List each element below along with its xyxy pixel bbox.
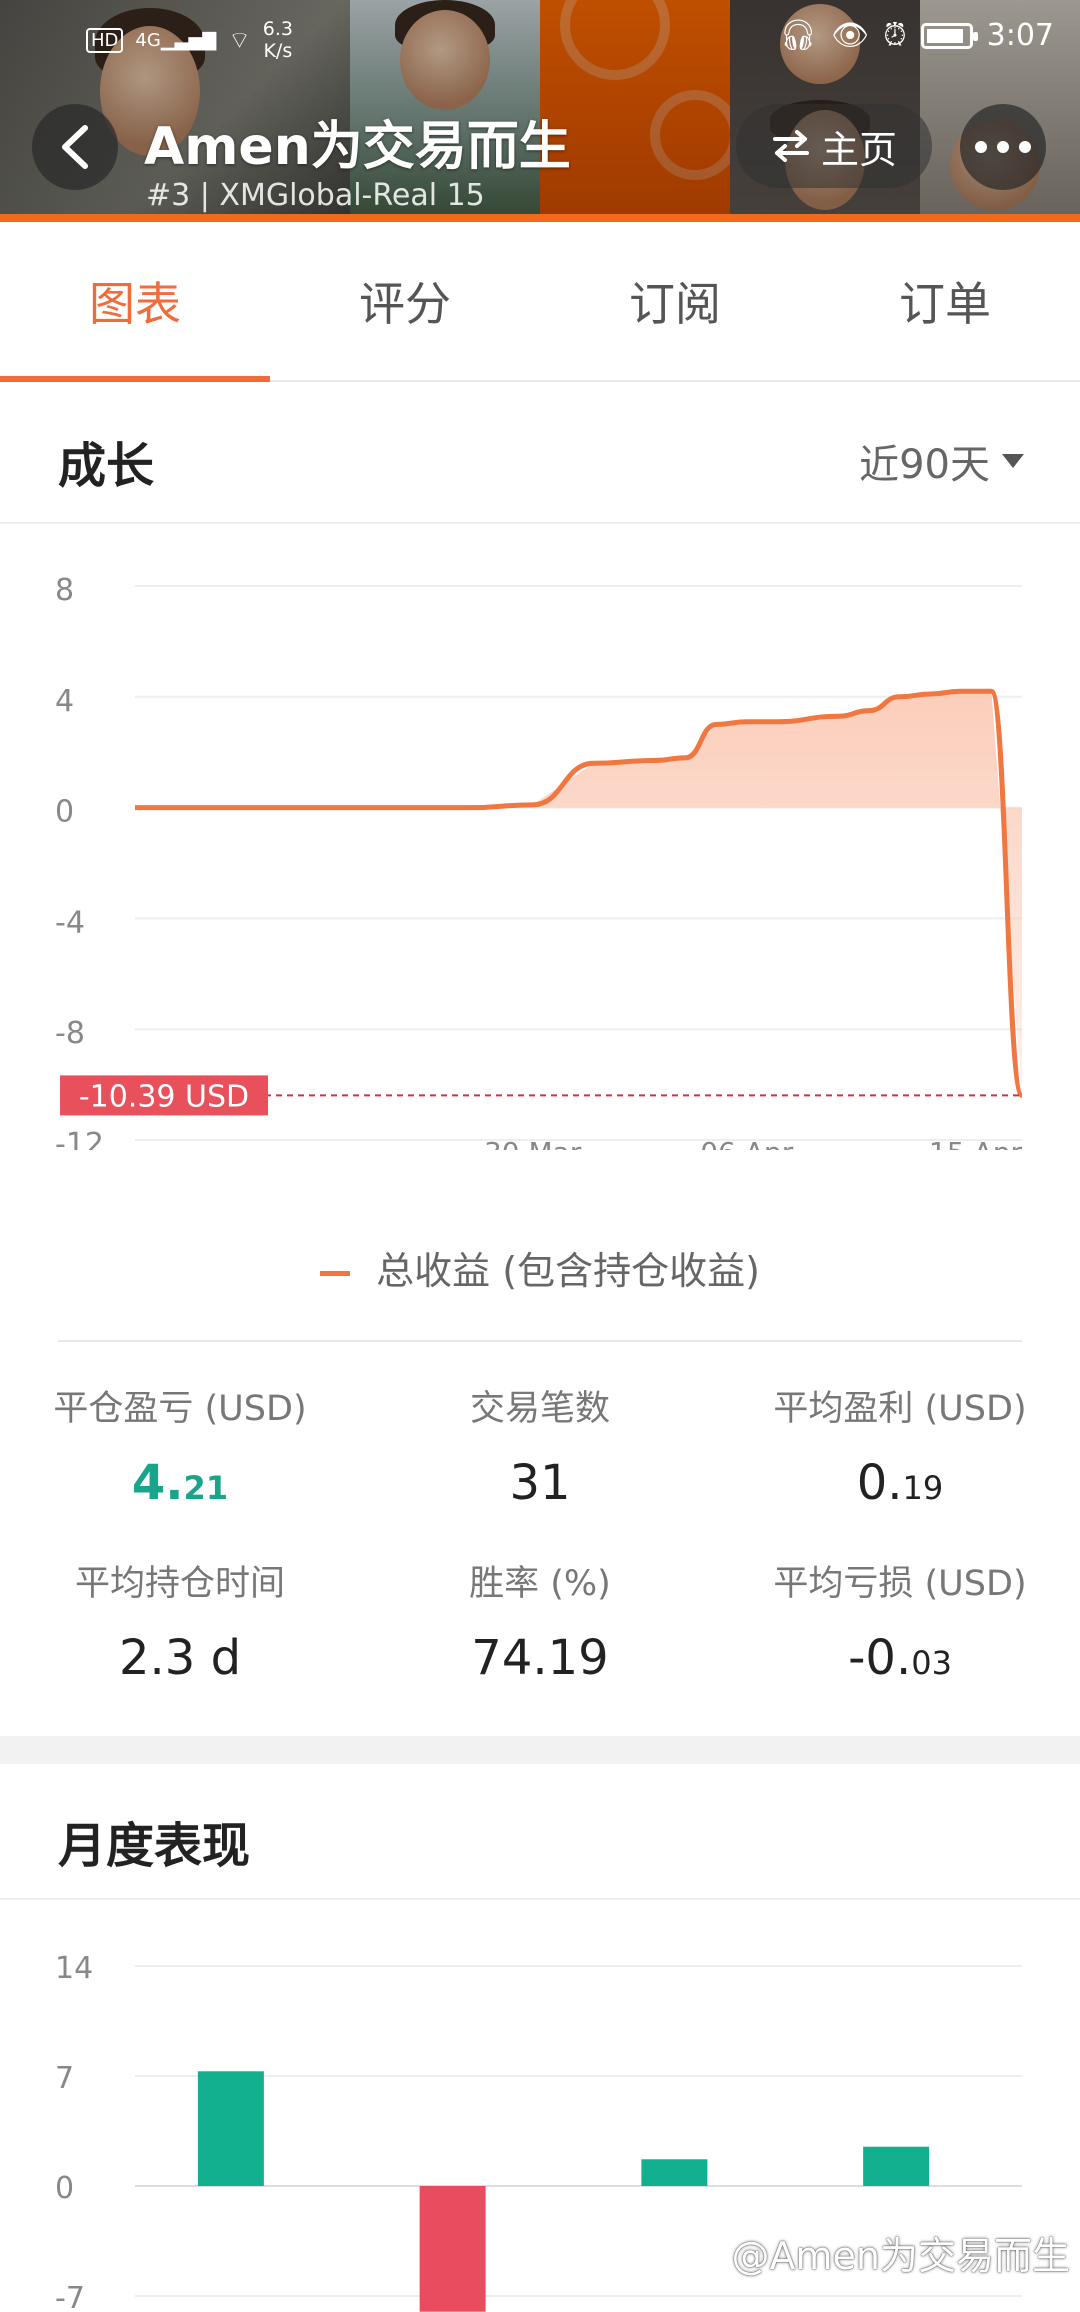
- app-screen: HD 4G▁▃▅▇ ⌔ 6.3 K/s 🎧︎ 👁︎ ⏰︎ 3:07 Amen为交…: [0, 0, 1080, 2312]
- y-tick-label: -8: [55, 1016, 85, 1051]
- stat-value-decimal: 21: [183, 1469, 229, 1507]
- legend-swatch: [320, 1271, 351, 1276]
- status-left: HD 4G▁▃▅▇ ⌔ 6.3 K/s: [86, 18, 293, 62]
- growth-chart-svg: 8 4 0 -4 -8 -12 -10.39 USD 30 Mar 06 Apr 15 Apr: [55, 573, 1025, 1169]
- clock-time: 3:07: [986, 18, 1054, 53]
- y-tick-label: 4: [55, 684, 74, 719]
- stat-value: 31: [509, 1455, 571, 1511]
- range-label: 近90天: [859, 442, 990, 488]
- monthly-title: 月度表现: [58, 1818, 251, 1874]
- battery-icon: [920, 22, 978, 49]
- growth-section-header: 成长 近90天: [0, 384, 1080, 524]
- section-divider: [58, 1340, 1022, 1342]
- x-tick-label: 30 Mar: [484, 1136, 582, 1150]
- stat-avg-hold-time: 平均持仓时间 2.3 d: [15, 1555, 345, 1686]
- home-button-label: 主页: [820, 127, 897, 172]
- stat-closed-pnl: 平仓盈亏 (USD) 4.21: [15, 1380, 345, 1511]
- swap-icon: [772, 130, 809, 162]
- stat-label: 平均持仓时间: [74, 1564, 285, 1604]
- nav-bar: Amen为交易而生 #3 | XMGlobal-Real 15 主页: [0, 96, 1080, 213]
- tab-bar: 图表 评分 订阅 订单: [0, 222, 1080, 382]
- stat-value-decimal: 03: [911, 1644, 952, 1682]
- stats-grid: 平仓盈亏 (USD) 4.21 交易笔数 31 平均盈利 (USD) 0.19 …: [0, 1380, 1080, 1720]
- bar: [641, 2159, 708, 2186]
- stat-value-decimal: 19: [902, 1469, 944, 1507]
- network-type: 4G: [135, 29, 161, 51]
- tab-orders[interactable]: 订单: [810, 222, 1080, 380]
- y-tick-label: -4: [55, 905, 85, 940]
- bar: [863, 2146, 930, 2186]
- stat-label: 胜率 (%): [469, 1564, 611, 1604]
- x-tick-label: 15 Apr: [929, 1136, 1022, 1150]
- account-subtitle: #3 | XMGlobal-Real 15: [146, 178, 485, 213]
- tab-rating[interactable]: 评分: [270, 222, 540, 380]
- signal-icon: 4G▁▃▅▇: [135, 29, 217, 51]
- series-area: [135, 691, 1022, 1096]
- stat-label: 平仓盈亏 (USD): [53, 1389, 307, 1429]
- stat-value-main: -0.: [848, 1630, 912, 1686]
- tab-subscribe[interactable]: 订阅: [540, 222, 810, 380]
- y-tick-label: 7: [55, 2061, 74, 2096]
- x-tick-label: 06 Apr: [700, 1136, 793, 1150]
- network-speed-value: 6.3: [262, 18, 293, 40]
- back-button[interactable]: [32, 104, 118, 190]
- y-tick-label: -12: [55, 1127, 104, 1150]
- stat-win-rate: 胜率 (%) 74.19: [375, 1555, 705, 1686]
- y-tick-label: 14: [55, 1951, 93, 1986]
- bar: [419, 2186, 486, 2312]
- monthly-section-header: 月度表现: [0, 1764, 1080, 1900]
- bar: [197, 2071, 264, 2186]
- watermark: @Amen为交易而生: [731, 2234, 1070, 2278]
- y-tick-label: 0: [55, 2171, 74, 2206]
- y-tick-label: -7: [55, 2281, 85, 2312]
- range-selector[interactable]: 近90天: [859, 432, 1024, 490]
- eye-comfort-icon: 👁︎: [831, 18, 870, 53]
- stat-value-main: 0.: [856, 1455, 903, 1511]
- status-bar: HD 4G▁▃▅▇ ⌔ 6.3 K/s 🎧︎ 👁︎ ⏰︎ 3:07: [0, 0, 1080, 80]
- stat-value: 4.21: [15, 1455, 345, 1511]
- stat-label: 平均盈利 (USD): [773, 1389, 1027, 1429]
- page-title: Amen为交易而生: [144, 117, 571, 177]
- growth-title: 成长: [58, 438, 155, 494]
- growth-legend: 总收益 (包含持仓收益): [0, 1240, 1080, 1295]
- alarm-icon: ⏰︎: [883, 18, 907, 53]
- stat-avg-loss: 平均亏损 (USD) -0.03: [735, 1555, 1065, 1686]
- tab-chart[interactable]: 图表: [0, 222, 270, 382]
- home-button[interactable]: 主页: [736, 104, 932, 188]
- stat-label: 交易笔数: [469, 1389, 610, 1429]
- stat-label: 平均亏损 (USD): [773, 1564, 1027, 1604]
- network-speed-unit: K/s: [263, 40, 293, 62]
- stat-avg-profit: 平均盈利 (USD) 0.19: [735, 1380, 1065, 1511]
- y-tick-label: 8: [55, 573, 74, 608]
- stat-value: 2.3 d: [118, 1630, 242, 1686]
- growth-chart: 8 4 0 -4 -8 -12 -10.39 USD 30 Mar 06 Apr 15 Apr: [0, 520, 1080, 1169]
- headphones-icon: 🎧︎: [779, 18, 818, 53]
- marker-label: -10.39 USD: [79, 1079, 249, 1114]
- stat-trade-count: 交易笔数 31: [375, 1380, 705, 1511]
- y-tick-label: 0: [55, 795, 74, 830]
- section-gap: [0, 1736, 1080, 1764]
- profile-header: HD 4G▁▃▅▇ ⌔ 6.3 K/s 🎧︎ 👁︎ ⏰︎ 3:07 Amen为交…: [0, 0, 1080, 222]
- stat-value: -0.03: [735, 1630, 1065, 1686]
- chevron-left-icon: [62, 125, 88, 169]
- stat-value: 74.19: [471, 1630, 609, 1686]
- status-right: 🎧︎ 👁︎ ⏰︎ 3:07: [779, 18, 1054, 53]
- more-dots-icon: [975, 141, 1031, 153]
- header-accent-stripe: [0, 214, 1080, 222]
- network-speed: 6.3 K/s: [263, 18, 293, 62]
- hd-icon: HD: [86, 27, 124, 53]
- wifi-icon: ⌔: [228, 26, 251, 54]
- caret-down-icon: [1002, 454, 1024, 468]
- stat-value-main: 4.: [131, 1455, 184, 1511]
- legend-label: 总收益 (包含持仓收益): [376, 1249, 760, 1293]
- stat-value: 0.19: [735, 1455, 1065, 1511]
- more-options-button[interactable]: [960, 104, 1046, 190]
